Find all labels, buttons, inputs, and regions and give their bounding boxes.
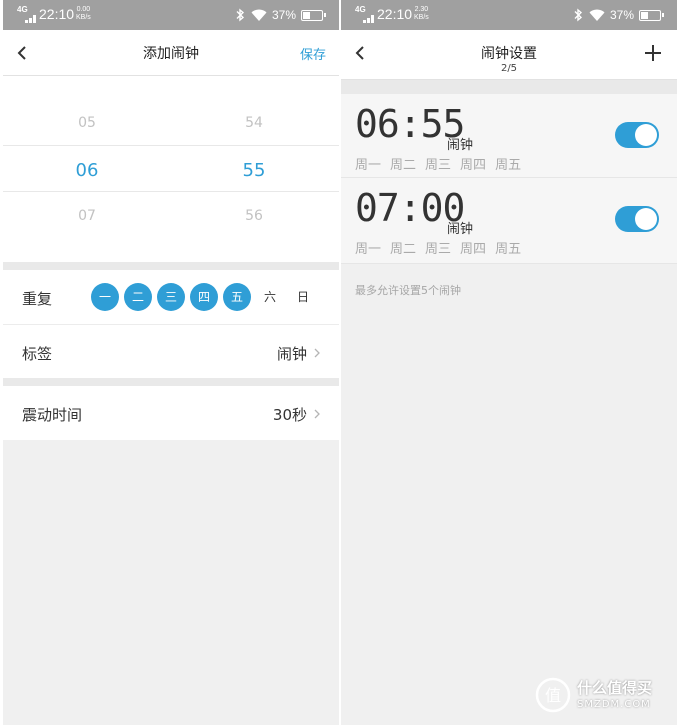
weekday-toggle-sat[interactable]: 六 (256, 283, 284, 311)
alarm-days: 周一 周二 周三 周四 周五 (355, 242, 522, 257)
weekday-toggle-fri[interactable]: 五 (223, 283, 251, 311)
network-speed: 2.30 KB/s (414, 6, 429, 21)
nav-bar: 添加闹钟 保存 (3, 30, 339, 76)
status-time: 22:10 (39, 6, 75, 22)
hour-selected[interactable]: 06 (57, 160, 117, 181)
save-button[interactable]: 保存 (300, 44, 326, 63)
weekday-toggle-thu[interactable]: 四 (190, 283, 218, 311)
weekday-toggle-tue[interactable]: 二 (124, 283, 152, 311)
network-speed: 0.00 KB/s (76, 6, 91, 21)
chevron-right-icon (314, 348, 320, 358)
alarm-item[interactable]: 06:55 闹钟 周一 周二 周三 周四 周五 (341, 94, 677, 178)
nav-bar: 闹钟设置 2/5 (341, 30, 677, 80)
minute-prev[interactable]: 54 (224, 115, 284, 131)
battery-percent: 37% (609, 8, 634, 22)
hour-prev[interactable]: 05 (57, 115, 117, 131)
tag-label: 标签 (22, 345, 53, 363)
alarm-label: 闹钟 (447, 138, 474, 153)
status-bar: 4G 22:10 0.00 KB/s 37% (3, 0, 339, 30)
watermark-logo: 值 (535, 677, 571, 713)
weekday-selector: 一 二 三 四 五 六 日 (91, 283, 322, 311)
weekday-toggle-wed[interactable]: 三 (157, 283, 185, 311)
status-bar: 4G 22:10 2.30 KB/s 37% (341, 0, 677, 30)
battery-icon (301, 9, 326, 21)
alarm-count: 2/5 (500, 63, 518, 74)
signal-icon: 4G (355, 5, 377, 23)
minute-next[interactable]: 56 (224, 208, 284, 224)
wifi-icon (251, 9, 267, 21)
bluetooth-icon (574, 8, 583, 22)
network-type: 4G (355, 5, 366, 14)
alarm-toggle[interactable] (615, 206, 659, 232)
vibrate-value: 30秒 (272, 406, 307, 424)
battery-icon (639, 9, 664, 21)
page-title: 闹钟设置 (481, 46, 537, 62)
vibrate-row[interactable]: 震动时间 30秒 (3, 386, 339, 440)
watermark-url: SMZDM.COM (577, 699, 651, 710)
add-alarm-icon[interactable] (643, 43, 663, 63)
watermark: 值 什么值得买 SMZDM.COM (535, 675, 665, 715)
tag-row[interactable]: 标签 闹钟 (3, 324, 339, 378)
alarm-toggle[interactable] (615, 122, 659, 148)
watermark-text: 什么值得买 (577, 679, 653, 697)
status-time: 22:10 (377, 6, 413, 22)
minute-selected[interactable]: 55 (224, 160, 284, 181)
hour-next[interactable]: 07 (57, 208, 117, 224)
vibrate-label: 震动时间 (22, 406, 83, 424)
repeat-row: 重复 一 二 三 四 五 六 日 (3, 270, 339, 324)
tag-value: 闹钟 (276, 345, 307, 363)
wifi-icon (589, 9, 605, 21)
bluetooth-icon (236, 8, 245, 22)
alarm-label: 闹钟 (447, 222, 474, 237)
network-type: 4G (17, 5, 28, 14)
page-title: 添加闹钟 (143, 46, 199, 62)
time-picker[interactable]: 05 06 07 54 55 56 (3, 76, 339, 262)
alarm-days: 周一 周二 周三 周四 周五 (355, 158, 522, 173)
alarm-item[interactable]: 07:00 闹钟 周一 周二 周三 周四 周五 (341, 178, 677, 264)
alarm-limit-note: 最多允许设置5个闹钟 (355, 284, 461, 297)
weekday-toggle-mon[interactable]: 一 (91, 283, 119, 311)
svg-text:值: 值 (545, 686, 561, 705)
battery-percent: 37% (271, 8, 296, 22)
signal-icon: 4G (17, 5, 39, 23)
repeat-label: 重复 (22, 290, 53, 308)
alarm-settings-screen: 4G 22:10 2.30 KB/s 37% 闹钟设置 2/5 06:55 闹钟… (341, 0, 677, 725)
chevron-right-icon (314, 409, 320, 419)
add-alarm-screen: 4G 22:10 0.00 KB/s 37% 添加闹钟 保存 05 06 07 … (3, 0, 339, 725)
weekday-toggle-sun[interactable]: 日 (289, 283, 317, 311)
